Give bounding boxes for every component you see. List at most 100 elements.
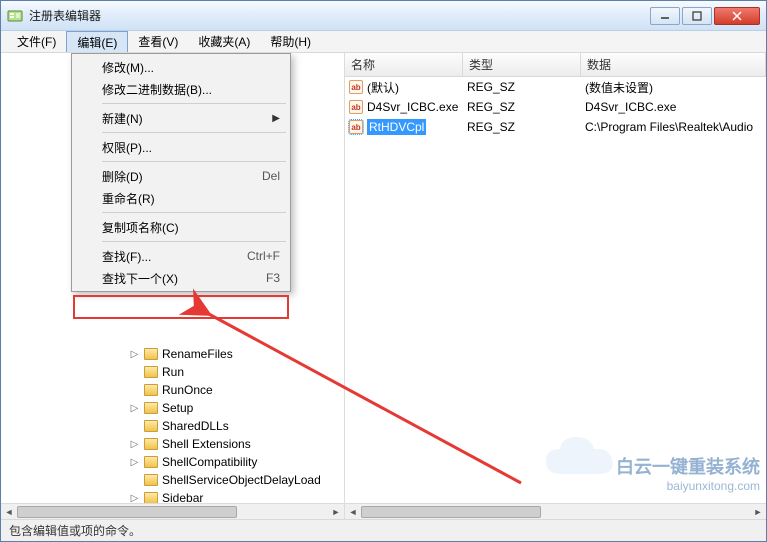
value-name: (默认): [367, 79, 399, 96]
menu-separator: [102, 132, 286, 133]
tree-expander-icon[interactable]: ▷: [129, 403, 140, 414]
column-name[interactable]: 名称: [345, 53, 463, 76]
list-header: 名称 类型 数据: [345, 53, 766, 77]
menu-separator: [102, 103, 286, 104]
statusbar: 包含编辑值或项的命令。: [1, 519, 766, 541]
scroll-right-button[interactable]: ►: [750, 504, 766, 519]
tree-expander-icon[interactable]: ▷: [129, 349, 140, 360]
tree-expander-icon[interactable]: [129, 385, 140, 396]
column-type[interactable]: 类型: [463, 53, 581, 76]
watermark-url: baiyunxitong.com: [616, 479, 760, 493]
value-name: RtHDVCpl: [367, 119, 426, 135]
watermark-cloud-icon: [536, 429, 626, 489]
menu-file[interactable]: 文件(F): [7, 31, 66, 52]
tree-item[interactable]: ▷ Setup: [129, 399, 195, 417]
folder-icon: [144, 438, 158, 450]
menu-modify[interactable]: 修改(M)...: [74, 56, 288, 78]
value-data: (数值未设置): [585, 79, 653, 96]
horizontal-scrollbar[interactable]: ◄ ►: [1, 503, 344, 519]
shortcut-label: F3: [266, 271, 280, 285]
tree-item[interactable]: Run: [129, 363, 186, 381]
maximize-button[interactable]: [682, 7, 712, 25]
tree-item-label: RenameFiles: [160, 347, 235, 361]
column-data[interactable]: 数据: [581, 53, 766, 76]
tree-expander-icon[interactable]: ▷: [129, 457, 140, 468]
tree-item-label: Shell Extensions: [160, 437, 253, 451]
tree-item[interactable]: ▷ Shell Extensions: [129, 435, 253, 453]
scroll-left-button[interactable]: ◄: [345, 504, 361, 519]
tree-item[interactable]: RunOnce: [129, 381, 215, 399]
value-data: C:\Program Files\Realtek\Audio: [585, 120, 753, 134]
tree-item[interactable]: ▷ RenameFiles: [129, 345, 235, 363]
registry-editor-window: 注册表编辑器 文件(F) 编辑(E) 查看(V) 收藏夹(A) 帮助(H) ▷ R…: [0, 0, 767, 542]
list-row[interactable]: ab (默认) REG_SZ (数值未设置): [345, 77, 766, 97]
menu-separator: [102, 161, 286, 162]
menu-edit[interactable]: 编辑(E): [66, 31, 128, 52]
tree-item-label: ShellServiceObjectDelayLoad: [160, 473, 323, 487]
tree-item-label: Setup: [160, 401, 195, 415]
app-icon: [7, 8, 23, 24]
tree-expander-icon[interactable]: [129, 475, 140, 486]
tree-item-label: Run: [160, 365, 186, 379]
reg-sz-icon: ab: [349, 80, 363, 94]
menubar: 文件(F) 编辑(E) 查看(V) 收藏夹(A) 帮助(H): [1, 31, 766, 53]
folder-icon: [144, 348, 158, 360]
menu-find-next[interactable]: 查找下一个(X)F3: [74, 267, 288, 289]
menu-help[interactable]: 帮助(H): [260, 31, 321, 52]
tree-item[interactable]: ▷ ShellCompatibility: [129, 453, 259, 471]
close-button[interactable]: [714, 7, 760, 25]
menu-copy-key-name[interactable]: 复制项名称(C): [74, 216, 288, 238]
menu-find[interactable]: 查找(F)...Ctrl+F: [74, 245, 288, 267]
tree-item[interactable]: SharedDLLs: [129, 417, 231, 435]
scroll-left-button[interactable]: ◄: [1, 504, 17, 519]
menu-modify-binary[interactable]: 修改二进制数据(B)...: [74, 78, 288, 100]
client-area: ▷ RenameFiles Run RunOnce ▷ Setup SharedDLLs ▷ S…: [1, 53, 766, 519]
folder-icon: [144, 420, 158, 432]
tree-expander-icon[interactable]: [129, 367, 140, 378]
tree-item-label: SharedDLLs: [160, 419, 231, 433]
folder-icon: [144, 474, 158, 486]
scroll-right-button[interactable]: ►: [328, 504, 344, 519]
tree-expander-icon[interactable]: ▷: [129, 493, 140, 504]
value-type: REG_SZ: [467, 80, 515, 94]
tree-expander-icon[interactable]: [129, 421, 140, 432]
menu-favorites[interactable]: 收藏夹(A): [188, 31, 260, 52]
folder-icon: [144, 402, 158, 414]
tree-item-label: RunOnce: [160, 383, 215, 397]
watermark: 白云一键重装系统 baiyunxitong.com: [616, 457, 760, 493]
value-type: REG_SZ: [467, 120, 515, 134]
folder-icon: [144, 384, 158, 396]
scroll-thumb[interactable]: [361, 506, 541, 518]
value-data: D4Svr_ICBC.exe: [585, 100, 676, 114]
window-controls: [650, 7, 760, 25]
menu-delete[interactable]: 删除(D)Del: [74, 165, 288, 187]
watermark-title: 白云一键重装系统: [616, 457, 760, 479]
shortcut-label: Ctrl+F: [247, 249, 280, 263]
edit-menu-dropdown: 修改(M)... 修改二进制数据(B)... 新建(N)▶ 权限(P)... 删…: [71, 53, 291, 292]
scroll-thumb[interactable]: [17, 506, 237, 518]
window-title: 注册表编辑器: [29, 7, 650, 24]
shortcut-label: Del: [262, 169, 280, 183]
folder-icon: [144, 366, 158, 378]
tree-item-label: ShellCompatibility: [160, 455, 259, 469]
horizontal-scrollbar[interactable]: ◄ ►: [345, 503, 766, 519]
menu-rename[interactable]: 重命名(R): [74, 187, 288, 209]
menu-separator: [102, 241, 286, 242]
reg-sz-icon: ab: [349, 100, 363, 114]
list-body[interactable]: ab (默认) REG_SZ (数值未设置) ab D4Svr_ICBC.exe REG_S…: [345, 77, 766, 137]
menu-new[interactable]: 新建(N)▶: [74, 107, 288, 129]
tree-pane[interactable]: ▷ RenameFiles Run RunOnce ▷ Setup SharedDLLs ▷ S…: [1, 53, 345, 519]
submenu-arrow-icon: ▶: [272, 113, 280, 124]
status-text: 包含编辑值或项的命令。: [9, 522, 141, 539]
list-row[interactable]: ab RtHDVCpl REG_SZ C:\Program Files\Realtek…: [345, 117, 766, 137]
minimize-button[interactable]: [650, 7, 680, 25]
menu-permissions[interactable]: 权限(P)...: [74, 136, 288, 158]
tree-expander-icon[interactable]: ▷: [129, 439, 140, 450]
titlebar[interactable]: 注册表编辑器: [1, 1, 766, 31]
reg-sz-icon: ab: [349, 120, 363, 134]
list-row[interactable]: ab D4Svr_ICBC.exe REG_SZ D4Svr_ICBC.exe: [345, 97, 766, 117]
value-name: D4Svr_ICBC.exe: [367, 100, 458, 114]
menu-view[interactable]: 查看(V): [128, 31, 188, 52]
tree-item[interactable]: ShellServiceObjectDelayLoad: [129, 471, 323, 489]
value-type: REG_SZ: [467, 100, 515, 114]
